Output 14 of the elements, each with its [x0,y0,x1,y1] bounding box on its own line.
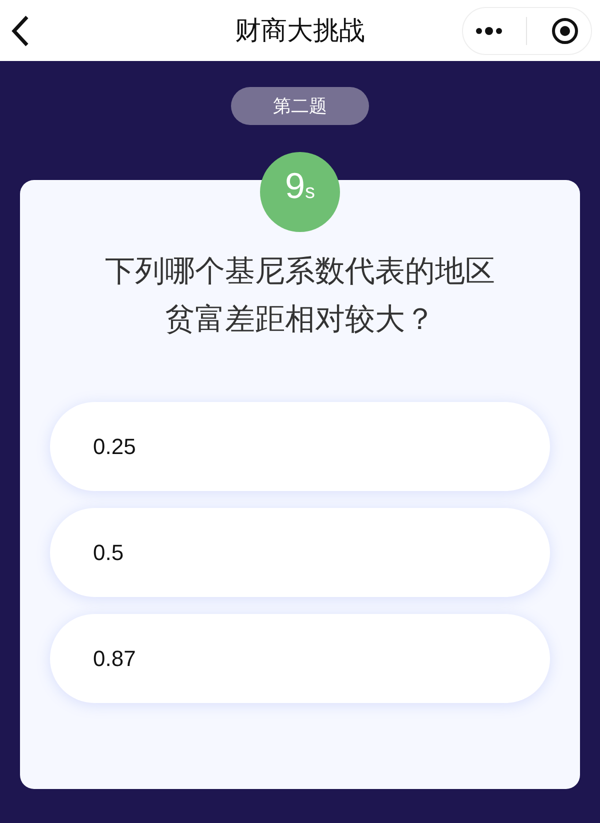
more-icon [474,26,503,36]
question-text: 贫富差距相对较大？ [165,302,435,338]
more-button[interactable] [474,26,503,36]
close-button[interactable] [551,16,580,44]
question-text: 下列哪个基尼系数代表的地区 [105,254,495,290]
answer-option[interactable]: 0.5 [50,508,550,597]
round-label: 第二题 [231,87,369,125]
target-icon [551,16,580,44]
answer-option[interactable]: 0.25 [50,402,550,491]
answer-option[interactable]: 0.87 [50,614,550,703]
page-title: 财商大挑战 [235,14,365,47]
back-icon [10,14,30,48]
timer-unit: s [305,182,316,202]
timer-value: 9 [284,168,306,204]
